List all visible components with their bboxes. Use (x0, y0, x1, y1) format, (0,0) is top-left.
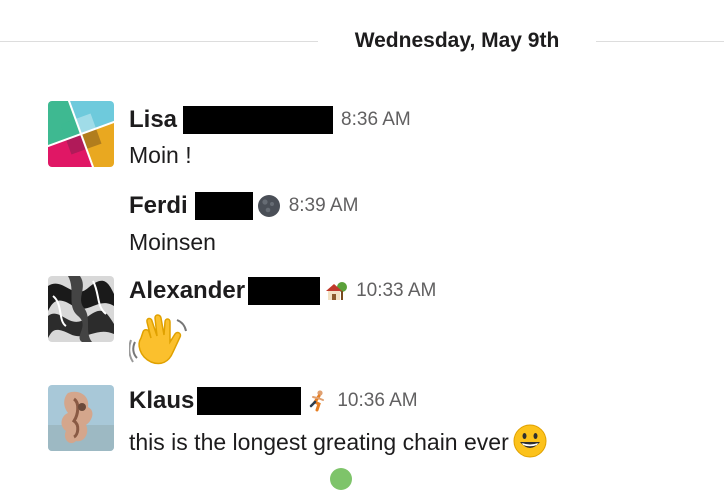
photo-avatar-icon (48, 385, 114, 451)
timestamp[interactable]: 10:36 AM (337, 390, 417, 412)
divider-line-right (596, 41, 724, 42)
new-moon-icon (257, 194, 281, 218)
waving-hand-icon (128, 312, 189, 375)
abstract-bw-avatar-icon (48, 276, 114, 342)
timestamp[interactable]: 8:36 AM (341, 109, 411, 131)
divider-line-left (0, 41, 318, 42)
author-name[interactable]: Klaus (129, 387, 194, 415)
redacted-block (183, 106, 334, 134)
partial-emoji-icon (330, 468, 352, 490)
message-text-row: this is the longest greating chain ever (129, 424, 547, 458)
author-name[interactable]: Alexander (129, 277, 245, 305)
timestamp[interactable]: 10:33 AM (356, 280, 436, 302)
message-text: this is the longest greating chain ever (129, 429, 509, 455)
message-header: Ferdi 8:39 AM (129, 191, 358, 221)
slack-logo-avatar-icon (48, 101, 114, 167)
timestamp[interactable]: 8:39 AM (289, 195, 359, 217)
grinning-face-icon (513, 424, 547, 458)
message-header: Alexander 10:33 AM (129, 276, 436, 306)
redacted-block (197, 387, 302, 415)
message-header: Klaus 10:36 AM (129, 386, 418, 416)
avatar[interactable] (48, 385, 114, 451)
message-text: Moinsen (129, 229, 216, 255)
author-name[interactable]: Ferdi (129, 192, 188, 220)
message-text: Moin ! (129, 142, 192, 168)
redacted-block (248, 277, 321, 305)
runner-icon (305, 389, 329, 413)
day-divider: Wednesday, May 9th (0, 22, 724, 62)
avatar[interactable] (48, 276, 114, 342)
author-name[interactable]: Lisa (129, 106, 177, 134)
day-divider-label[interactable]: Wednesday, May 9th (318, 29, 596, 53)
message-header: Lisa 8:36 AM (129, 105, 411, 135)
redacted-block (194, 192, 253, 220)
avatar[interactable] (48, 101, 114, 167)
house-with-garden-icon (324, 279, 348, 303)
